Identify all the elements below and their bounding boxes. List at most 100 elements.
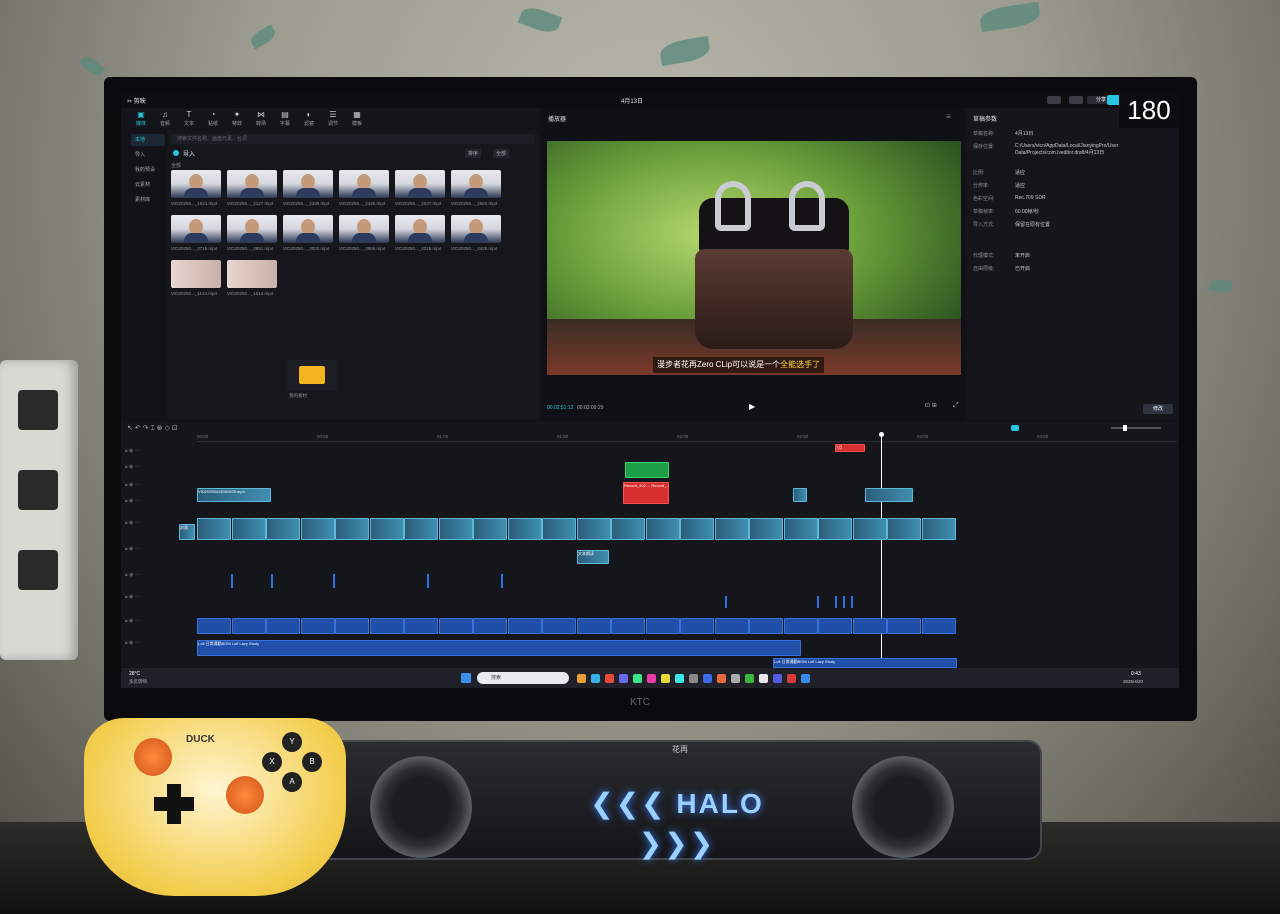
- main-video-clip[interactable]: [852, 518, 887, 540]
- tab-effect[interactable]: ✦ 特效: [225, 110, 249, 127]
- mic-icon[interactable]: [1011, 425, 1019, 431]
- audio-clip[interactable]: [783, 618, 818, 634]
- taskbar-app-icon[interactable]: [633, 674, 642, 683]
- audio-clip[interactable]: [576, 618, 611, 634]
- vip-icon[interactable]: [1069, 96, 1083, 104]
- audio-clip[interactable]: [887, 618, 921, 634]
- audio-marker[interactable]: [817, 596, 819, 608]
- split-icon[interactable]: ⌶: [150, 425, 154, 432]
- ratio-icon[interactable]: ⊡ ⊞: [925, 402, 937, 409]
- lock-icon[interactable]: 🔒︎ ◉ ⋯: [125, 594, 140, 600]
- audio-clip[interactable]: [266, 618, 300, 634]
- media-thumbnail[interactable]: [171, 215, 221, 243]
- bgm-clip-2[interactable]: Lofi 日常通勤BGM Lofi Lazy Study: [773, 658, 957, 668]
- marker-icon[interactable]: ◇: [164, 425, 169, 432]
- main-video-clip[interactable]: [714, 518, 749, 540]
- media-thumbnail[interactable]: [227, 215, 277, 243]
- filter-all-button[interactable]: 全部: [493, 149, 510, 158]
- tab-media[interactable]: ▣ 媒体: [129, 110, 153, 127]
- taskbar-app-icon[interactable]: [675, 674, 684, 683]
- audio-clip[interactable]: [749, 618, 783, 634]
- top-red-clip[interactable]: 7月: [835, 444, 865, 452]
- zoom-slider[interactable]: [1111, 427, 1161, 429]
- taskbar-app-icon[interactable]: [731, 674, 740, 683]
- import-icon[interactable]: [173, 150, 179, 156]
- nav-item-3[interactable]: 云素材: [131, 179, 165, 191]
- main-video-clip[interactable]: [335, 518, 369, 540]
- main-video-clip[interactable]: [507, 518, 542, 540]
- lock-icon[interactable]: 🔒︎ ◉ ⋯: [125, 572, 140, 578]
- video-clip[interactable]: VID20250413001925.mp4: [197, 488, 271, 502]
- audio-clip[interactable]: [473, 618, 507, 634]
- start-icon[interactable]: [461, 673, 471, 683]
- audio-clip[interactable]: [507, 618, 542, 634]
- tab-template[interactable]: ▦ 模板: [345, 110, 369, 127]
- green-clip[interactable]: [625, 462, 669, 478]
- audio-marker[interactable]: [501, 574, 503, 588]
- redo-icon[interactable]: ↷: [143, 425, 149, 432]
- taskbar-app-icon[interactable]: [689, 674, 698, 683]
- audio-clip[interactable]: [852, 618, 887, 634]
- tab-sticker[interactable]: ◔ 贴纸: [201, 110, 225, 127]
- audio-clip[interactable]: [818, 618, 852, 634]
- audio-marker[interactable]: [271, 574, 273, 588]
- main-video-clip[interactable]: [404, 518, 438, 540]
- main-video-clip[interactable]: [266, 518, 300, 540]
- audio-clip[interactable]: [680, 618, 714, 634]
- taskbar-app-icon[interactable]: [647, 674, 656, 683]
- media-thumbnail[interactable]: [171, 260, 221, 288]
- audio-clip[interactable]: [921, 618, 956, 634]
- media-thumbnail[interactable]: [395, 215, 445, 243]
- taskbar-app-icon[interactable]: [577, 674, 586, 683]
- taskbar-app-icon[interactable]: [717, 674, 726, 683]
- audio-clip[interactable]: [438, 618, 473, 634]
- nav-item-0[interactable]: 本地: [131, 134, 165, 146]
- audio-marker[interactable]: [843, 596, 845, 608]
- lock-icon[interactable]: 🔒︎ ◉ ⋯: [125, 618, 140, 624]
- audio-marker[interactable]: [333, 574, 335, 588]
- main-video-clip[interactable]: [680, 518, 714, 540]
- main-video-clip[interactable]: [542, 518, 576, 540]
- undo-icon[interactable]: ↶: [135, 425, 141, 432]
- main-video-clip[interactable]: [576, 518, 611, 540]
- tab-audio[interactable]: ♫ 音频: [153, 110, 177, 127]
- taskbar-search[interactable]: 搜索: [477, 672, 569, 684]
- nav-item-4[interactable]: 素材库: [131, 194, 165, 206]
- media-thumbnail[interactable]: [451, 215, 501, 243]
- import-button[interactable]: 导入: [183, 149, 195, 158]
- media-thumbnail[interactable]: [451, 170, 501, 198]
- media-thumbnail[interactable]: [283, 170, 333, 198]
- main-video-clip[interactable]: [887, 518, 921, 540]
- media-thumbnail[interactable]: [227, 260, 277, 288]
- audio-clip[interactable]: [197, 618, 231, 634]
- lock-icon[interactable]: 🔒︎ ◉ ⋯: [125, 482, 140, 488]
- play-icon[interactable]: ▶: [749, 402, 755, 411]
- audio-clip[interactable]: [404, 618, 438, 634]
- lock-icon[interactable]: 🔒︎ ◉ ⋯: [125, 546, 140, 552]
- sort-button[interactable]: 排序: [465, 149, 482, 158]
- main-video-clip[interactable]: [231, 518, 266, 540]
- audio-clip[interactable]: [542, 618, 576, 634]
- main-video-clip[interactable]: [369, 518, 404, 540]
- video-preview[interactable]: 漫步者花再Zero CLip可以说是一个全能选手了: [547, 141, 961, 375]
- lock-icon[interactable]: 🔒︎ ◉ ⋯: [125, 464, 140, 470]
- audio-marker[interactable]: [725, 596, 727, 608]
- main-video-clip[interactable]: [438, 518, 473, 540]
- tab-adjust[interactable]: ☰ 调节: [321, 110, 345, 127]
- nav-item-1[interactable]: 导入: [131, 149, 165, 161]
- folder-item[interactable]: [287, 360, 337, 390]
- main-video-clip[interactable]: [645, 518, 680, 540]
- audio-marker[interactable]: [427, 574, 429, 588]
- main-video-clip[interactable]: [749, 518, 783, 540]
- timeline-ruler[interactable]: 00:00 00:50 01:00 01:50 02:00 02:50 03:00 03:50: [197, 434, 1177, 442]
- main-video-clip[interactable]: [611, 518, 645, 540]
- video-clip[interactable]: [793, 488, 807, 502]
- audio-marker[interactable]: [851, 596, 853, 608]
- tab-filter[interactable]: ◐ 滤镜: [297, 110, 321, 127]
- audio-clip[interactable]: [231, 618, 266, 634]
- lock-icon[interactable]: 🔒︎ ◉ ⋯: [125, 448, 140, 454]
- lock-icon[interactable]: 🔒︎ ◉ ⋯: [125, 520, 140, 526]
- main-video-clip[interactable]: [783, 518, 818, 540]
- delete-icon[interactable]: ⊗: [157, 425, 163, 432]
- layout-icon[interactable]: [1047, 96, 1061, 104]
